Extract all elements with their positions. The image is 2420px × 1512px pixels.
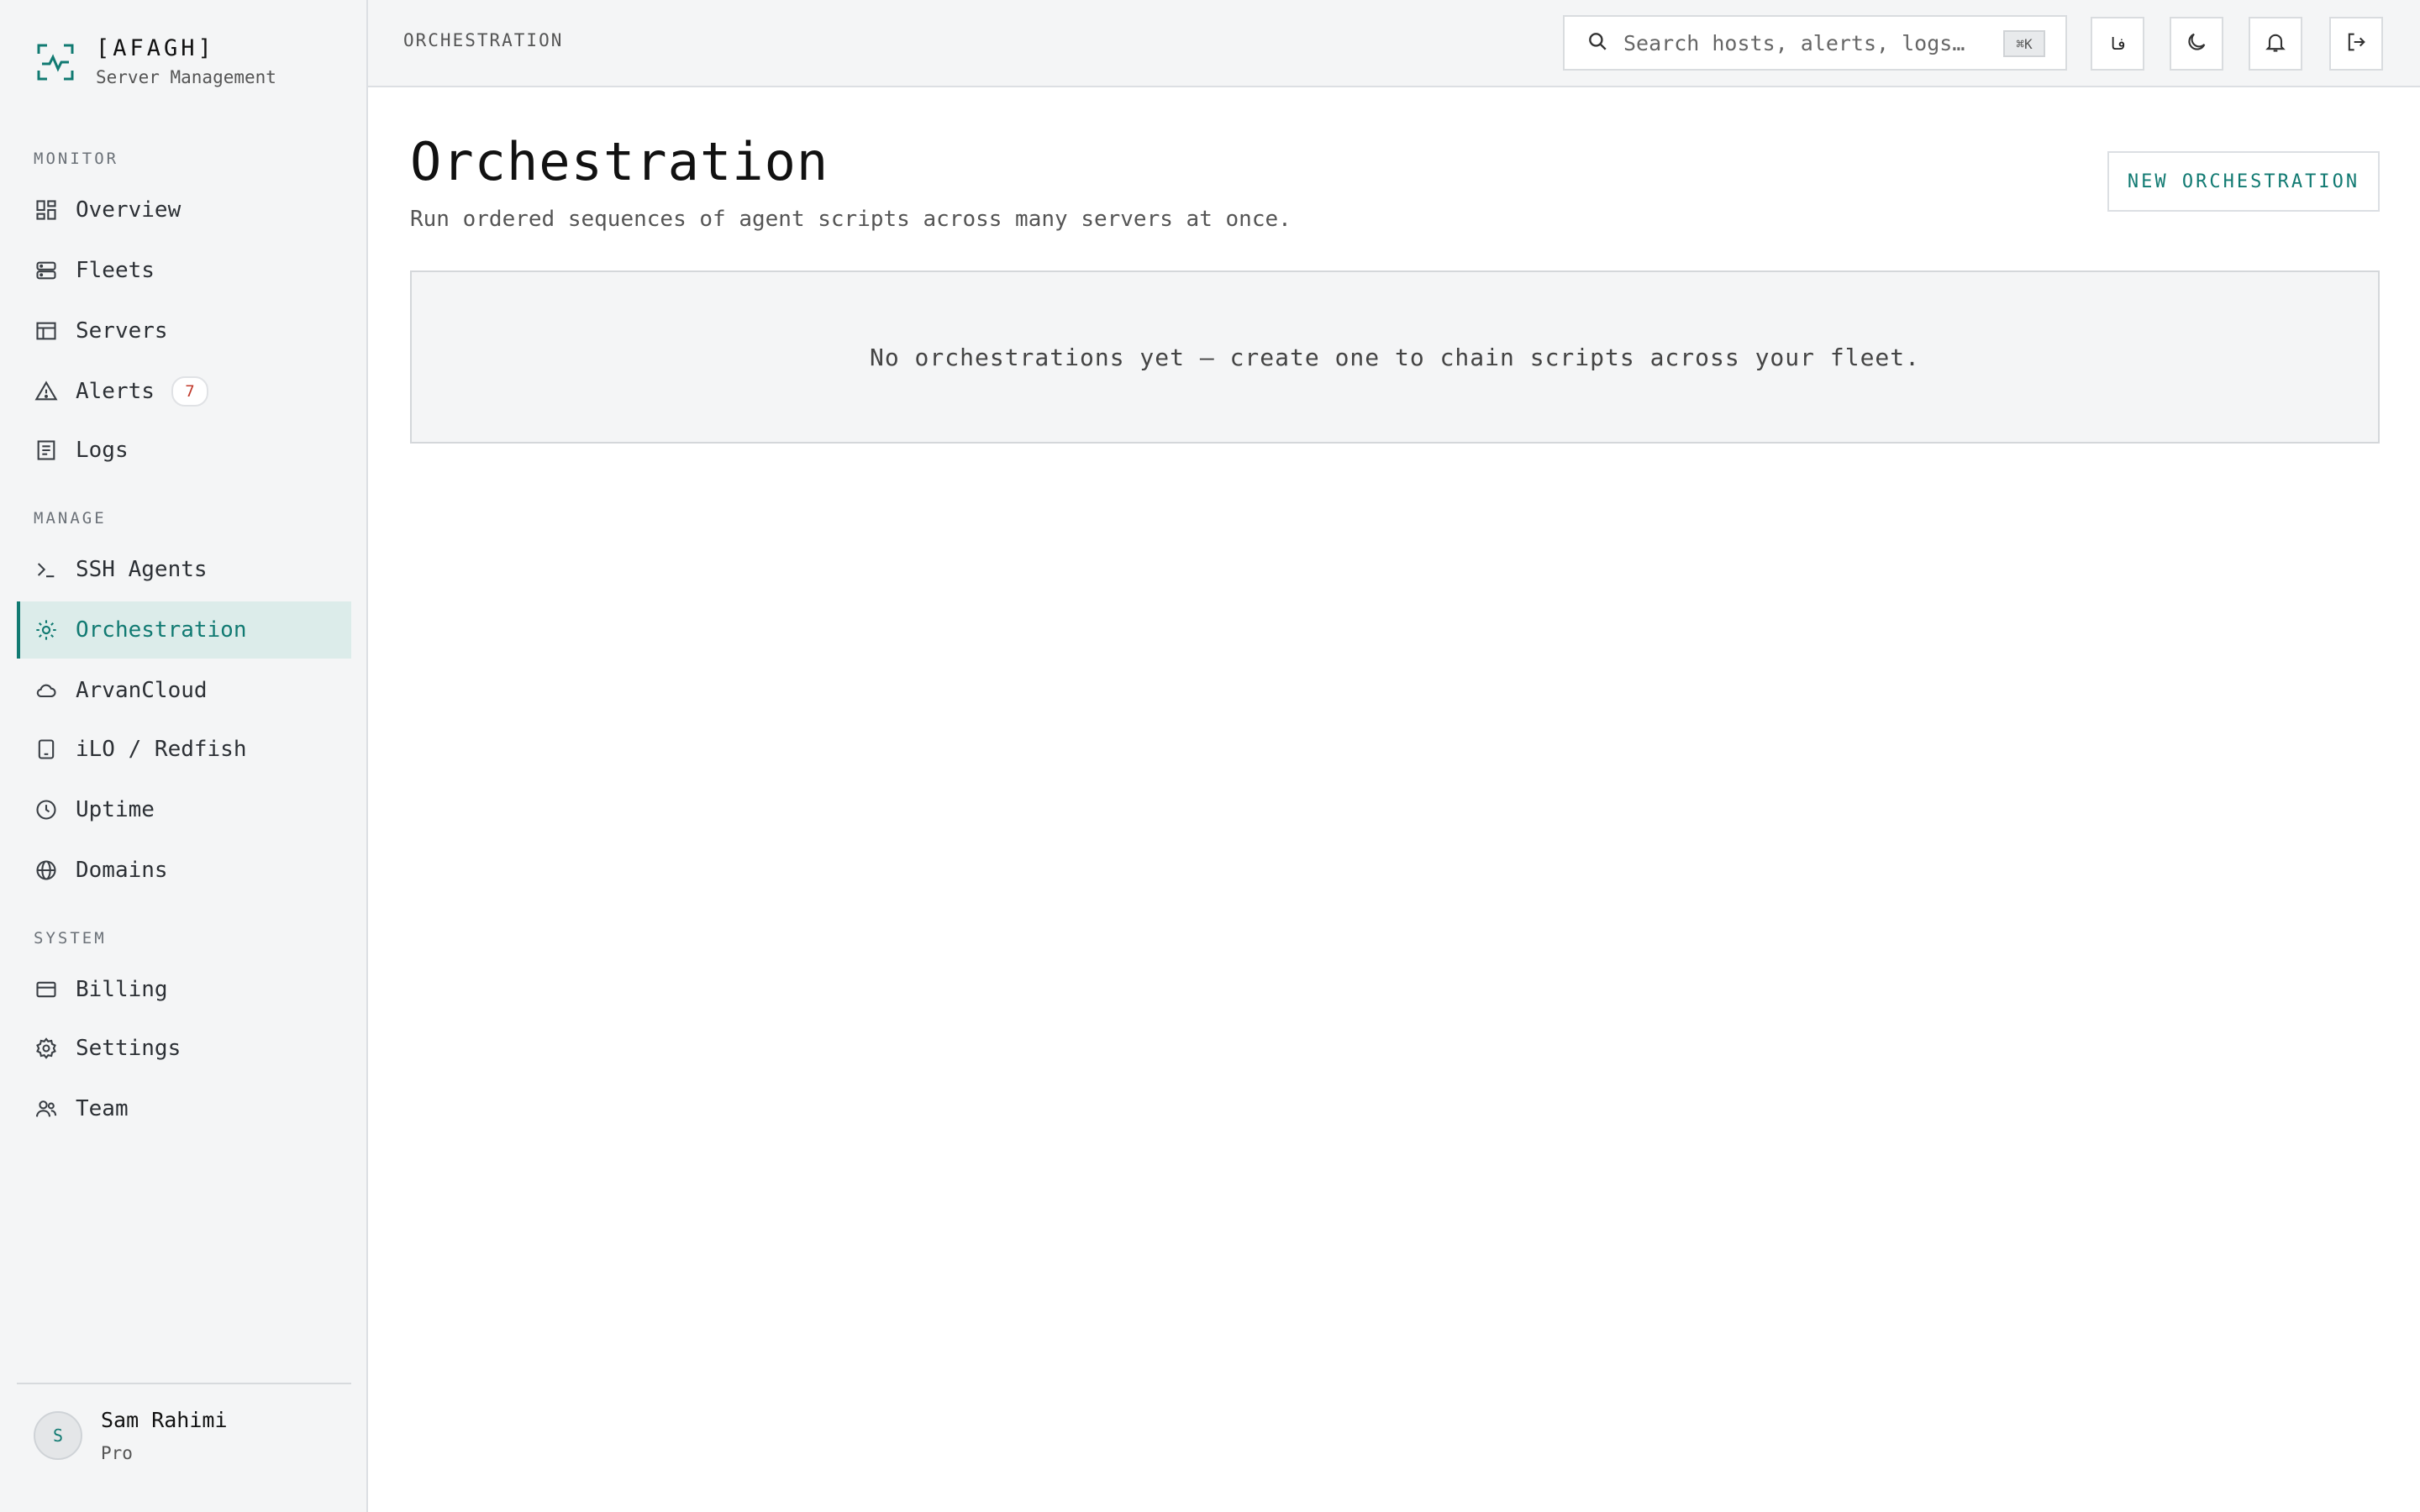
app-root: [AFAGH] Server Management MONITOR Overvi…: [0, 0, 2420, 1512]
main-content: Orchestration Run ordered sequences of a…: [368, 87, 2420, 1512]
sidebar-item-ssh-agents[interactable]: SSH Agents: [17, 541, 351, 598]
user-text: Sam Rahimi Pro: [101, 1408, 228, 1463]
sidebar-item-alerts[interactable]: Alerts 7: [17, 363, 351, 420]
sidebar-item-billing[interactable]: Billing: [17, 961, 351, 1018]
sidebar-item-team[interactable]: Team: [17, 1080, 351, 1137]
logout-icon: [2344, 30, 2368, 57]
gear-icon: [34, 1036, 59, 1061]
section-label-monitor: MONITOR: [34, 150, 119, 168]
sidebar-item-label: Overview: [76, 197, 182, 223]
search-icon: [1586, 30, 1608, 55]
warning-triangle-icon: [34, 379, 59, 404]
users-icon: [34, 1096, 59, 1121]
language-label: فا: [2107, 34, 2128, 54]
sidebar-item-label: Team: [76, 1096, 129, 1121]
server-stack-icon: [34, 258, 59, 283]
section-label-system: SYSTEM: [34, 929, 107, 948]
sidebar-item-label: Domains: [76, 858, 168, 883]
sidebar-item-fleets[interactable]: Fleets: [17, 242, 351, 299]
moon-icon: [2185, 30, 2208, 57]
sidebar-item-overview[interactable]: Overview: [17, 181, 351, 239]
brand-text: [AFAGH] Server Management: [96, 34, 276, 87]
theme-toggle-button[interactable]: [2170, 17, 2223, 71]
terminal-icon: [34, 557, 59, 582]
breadcrumb: ORCHESTRATION: [403, 30, 564, 50]
document-icon: [34, 438, 59, 463]
page-description: Run ordered sequences of agent scripts a…: [410, 207, 1292, 232]
sidebar-item-domains[interactable]: Domains: [17, 842, 351, 899]
page-title: Orchestration: [410, 131, 829, 192]
brand-subtitle: Server Management: [96, 67, 276, 87]
avatar: S: [34, 1411, 82, 1460]
sidebar-item-label: Servers: [76, 318, 168, 344]
empty-state-message: No orchestrations yet — create one to ch…: [869, 343, 1921, 371]
sidebar-item-logs[interactable]: Logs: [17, 422, 351, 479]
logo-icon: [35, 42, 76, 89]
sidebar-item-label: iLO / Redfish: [76, 737, 247, 762]
sidebar-item-label: Orchestration: [76, 617, 247, 643]
sun-cog-icon: [34, 617, 59, 643]
language-toggle-button[interactable]: فا: [2091, 17, 2144, 71]
grid-icon: [34, 197, 59, 223]
sidebar: [AFAGH] Server Management MONITOR Overvi…: [0, 0, 368, 1512]
sidebar-item-label: Logs: [76, 438, 129, 463]
sidebar-item-uptime[interactable]: Uptime: [17, 781, 351, 838]
notifications-button[interactable]: [2249, 17, 2302, 71]
sidebar-item-label: Settings: [76, 1036, 182, 1061]
alerts-count-badge: 7: [171, 376, 208, 407]
credit-card-icon: [34, 977, 59, 1002]
globe-icon: [34, 858, 59, 883]
sidebar-item-orchestration[interactable]: Orchestration: [17, 601, 351, 659]
sidebar-item-label: Uptime: [76, 797, 155, 822]
user-divider: [17, 1383, 351, 1384]
sidebar-item-label: SSH Agents: [76, 557, 208, 582]
sidebar-item-label: Alerts: [76, 379, 155, 404]
sidebar-item-label: Fleets: [76, 258, 155, 283]
search-shortcut-hint: ⌘K: [2003, 30, 2045, 57]
cloud-icon: [34, 678, 59, 703]
bell-icon: [2264, 30, 2287, 57]
empty-state: No orchestrations yet — create one to ch…: [410, 270, 2380, 444]
sidebar-item-label: ArvanCloud: [76, 678, 208, 703]
clock-icon: [34, 797, 59, 822]
user-name: Sam Rahimi: [101, 1408, 228, 1432]
sidebar-item-servers[interactable]: Servers: [17, 302, 351, 360]
sidebar-item-settings[interactable]: Settings: [17, 1020, 351, 1077]
table-icon: [34, 318, 59, 344]
user-plan: Pro: [101, 1443, 133, 1463]
logout-button[interactable]: [2329, 17, 2383, 71]
sidebar-item-label: Billing: [76, 977, 168, 1002]
brand-name: [AFAGH]: [96, 35, 215, 61]
new-orchestration-button[interactable]: NEW ORCHESTRATION: [2107, 151, 2380, 212]
brand[interactable]: [AFAGH] Server Management: [35, 34, 276, 89]
sidebar-item-arvancloud[interactable]: ArvanCloud: [17, 662, 351, 719]
user-profile[interactable]: S Sam Rahimi Pro: [34, 1408, 228, 1463]
search-box[interactable]: ⌘K: [1563, 15, 2067, 71]
tablet-icon: [34, 737, 59, 762]
sidebar-item-ilo-redfish[interactable]: iLO / Redfish: [17, 721, 351, 778]
search-input[interactable]: [1622, 29, 1986, 56]
section-label-manage: MANAGE: [34, 509, 107, 528]
topbar: ORCHESTRATION ⌘K فا: [368, 0, 2420, 87]
